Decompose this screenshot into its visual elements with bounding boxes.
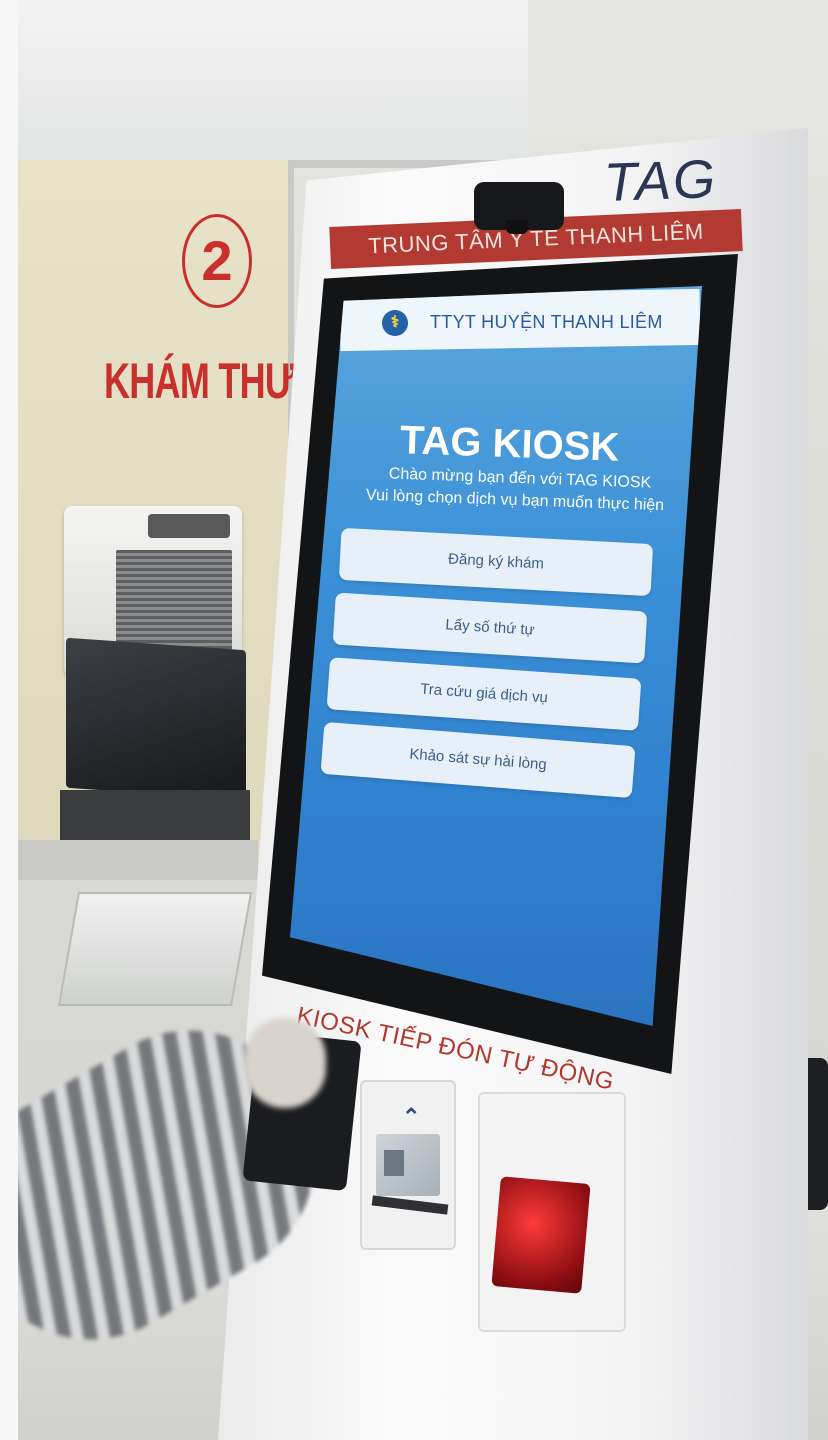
camera-lens <box>506 220 528 234</box>
booth-frame <box>18 840 258 880</box>
booth-number: 2 <box>182 214 252 308</box>
air-cooler-panel <box>148 514 230 538</box>
up-arrow-icon: ⌃ <box>402 1104 421 1129</box>
photo-scene: 2 KHÁM THƯỜ TAG TRUNG TÂM Y TẾ THANH LIÊ… <box>0 0 828 1440</box>
office-window <box>18 0 528 168</box>
register-exam-button[interactable]: Đăng ký khám <box>338 527 654 597</box>
photo-border <box>0 0 18 1440</box>
health-ministry-logo-icon: ⚕ <box>382 310 408 336</box>
qr-scanner[interactable] <box>491 1176 591 1294</box>
counter-tray <box>57 892 253 1006</box>
id-card-photo <box>384 1150 404 1176</box>
satisfaction-survey-button[interactable]: Khảo sát sự hài lòng <box>320 721 636 799</box>
hospital-name: TTYT HUYỆN THANH LIÊM <box>430 312 663 332</box>
price-lookup-button[interactable]: Tra cứu giá dịch vụ <box>326 657 642 731</box>
screen-background: ⚕ TTYT HUYỆN THANH LIÊM TAG KIOSK Chào m… <box>290 286 702 1026</box>
desk-monitor <box>66 637 246 801</box>
kiosk-screen: ⚕ TTYT HUYỆN THANH LIÊM TAG KIOSK Chào m… <box>290 286 702 1026</box>
app-title: TAG KIOSK <box>399 418 620 470</box>
kiosk-brand-logo: TAG <box>602 149 719 213</box>
person-hand <box>244 1018 326 1108</box>
get-queue-number-button[interactable]: Lấy số thứ tự <box>332 592 648 664</box>
